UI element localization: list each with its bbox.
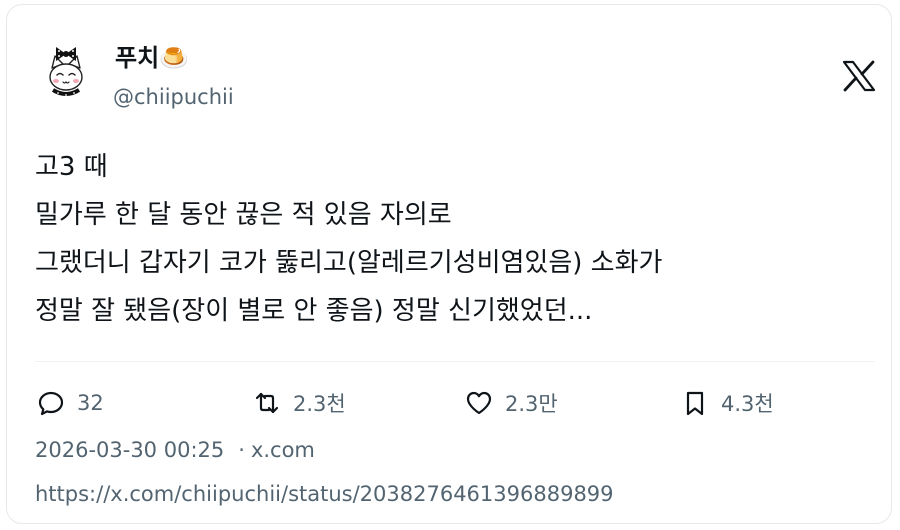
divider [35, 361, 875, 362]
tweet-card: 푸치🍮 @chiipuchii 고3 때 밀가루 한 달 동안 끊은 적 있음 … [6, 4, 892, 524]
like-button[interactable]: 2.3만 [465, 383, 558, 423]
tweet-text: 고3 때 밀가루 한 달 동안 끊은 적 있음 자의로 그랬더니 갑자기 코가 … [35, 143, 875, 335]
tweet-url[interactable]: https://x.com/chiipuchii/status/20382764… [35, 479, 614, 509]
separator: · [238, 438, 245, 462]
display-name[interactable]: 푸치🍮 [115, 43, 189, 73]
cat-avatar-icon [35, 43, 97, 105]
comment-bubble-icon [37, 389, 65, 417]
x-logo-icon[interactable] [842, 60, 876, 92]
reply-button[interactable]: 32 [37, 383, 104, 423]
retweet-button[interactable]: 2.3천 [253, 383, 346, 423]
heart-icon [465, 389, 493, 417]
like-count: 2.3만 [505, 392, 558, 416]
source-domain[interactable]: x.com [251, 438, 315, 462]
action-bar: 32 2.3천 2.3만 4.3천 [35, 383, 875, 423]
tweet-meta: 2026-03-30 00:25 · x.com [35, 435, 315, 465]
retweet-count: 2.3천 [293, 392, 346, 416]
user-handle[interactable]: @chiipuchii [113, 83, 234, 111]
bookmark-button[interactable]: 4.3천 [681, 383, 774, 423]
tweet-line: 밀가루 한 달 동안 끊은 적 있음 자의로 [35, 200, 452, 230]
tweet-line: 정말 잘 됐음(장이 별로 안 좋음) 정말 신기했었던... [35, 296, 593, 326]
tweet-line: 그랬더니 갑자기 코가 뚫리고(알레르기성비염있음) 소화가 [35, 248, 663, 278]
bookmark-icon [681, 389, 709, 417]
bookmark-count: 4.3천 [721, 392, 774, 416]
reply-count: 32 [77, 391, 104, 415]
retweet-arrows-icon [253, 389, 281, 417]
timestamp[interactable]: 2026-03-30 00:25 [35, 438, 224, 462]
avatar[interactable] [35, 43, 97, 105]
tweet-line: 고3 때 [35, 152, 108, 182]
